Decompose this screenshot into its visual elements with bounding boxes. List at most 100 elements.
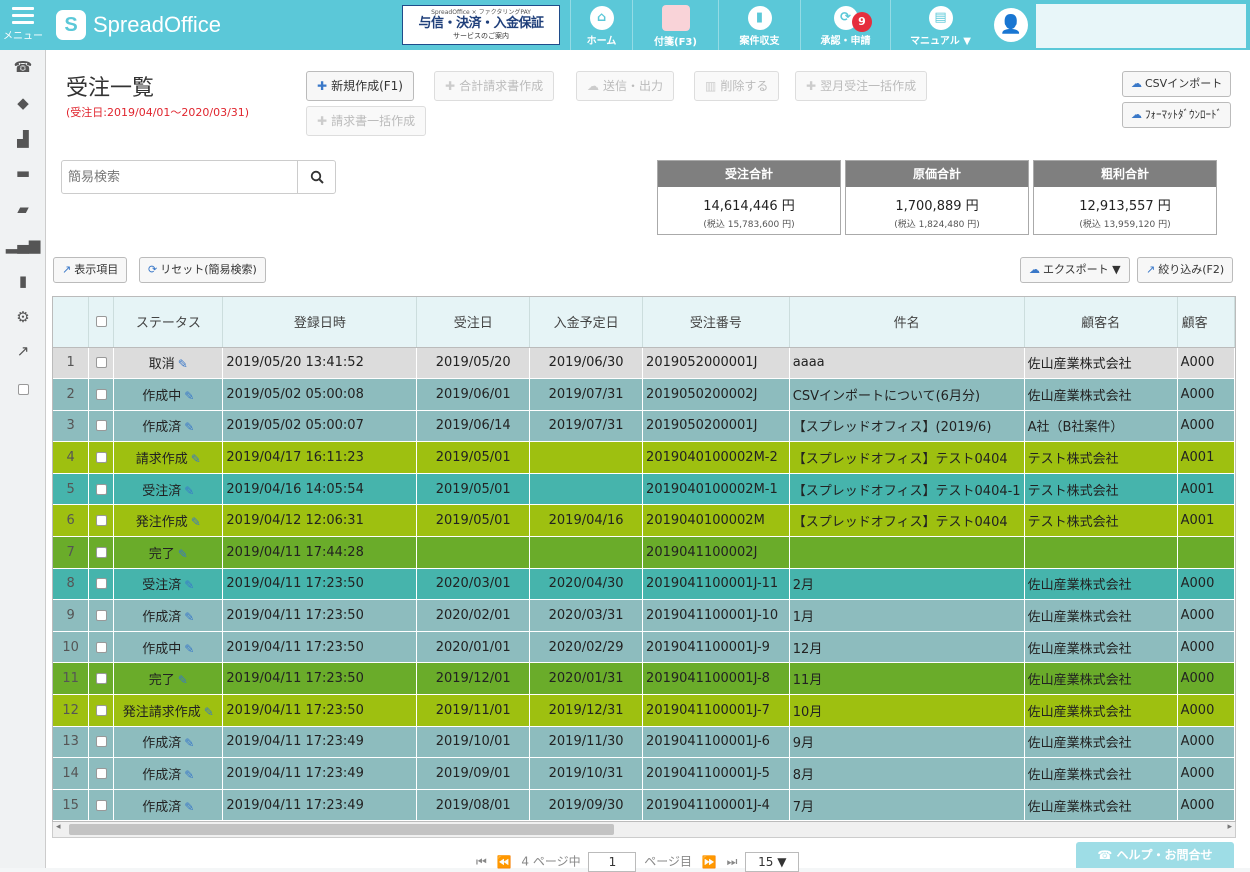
reset-button[interactable]: ⟳ リセット(簡易検索): [139, 257, 266, 283]
bulk-invoice-button[interactable]: ✚ 請求書一括作成: [306, 106, 427, 136]
row-checkbox[interactable]: [88, 631, 115, 664]
per-page-select[interactable]: 15 ▼: [745, 852, 800, 872]
tag-icon[interactable]: ◆: [0, 94, 46, 112]
table-row[interactable]: 15 作成済 ✎ 2019/04/11 17:23:49 2019/08/01 2019/…: [53, 789, 1235, 821]
row-checkbox[interactable]: [88, 347, 115, 380]
pencil-icon[interactable]: ✎: [184, 800, 194, 814]
column-header-order-date[interactable]: 受注日: [416, 297, 531, 348]
row-checkbox[interactable]: [88, 757, 115, 790]
row-checkbox[interactable]: [88, 378, 115, 411]
column-header-registered[interactable]: 登録日時: [222, 297, 418, 348]
card-icon[interactable]: ▬: [0, 164, 46, 182]
horizontal-scrollbar[interactable]: ◂ ▸: [52, 822, 1236, 838]
pencil-icon[interactable]: ✎: [184, 642, 194, 656]
select-all-checkbox[interactable]: [88, 297, 115, 348]
table-row[interactable]: 10 作成中 ✎ 2019/04/11 17:23:50 2020/01/01 2020/…: [53, 631, 1235, 664]
column-header-status[interactable]: ステータス: [113, 297, 224, 348]
folder-icon[interactable]: ▰: [0, 200, 46, 218]
checkbox-icon[interactable]: [0, 380, 46, 398]
status-cell[interactable]: 作成済 ✎: [113, 726, 224, 759]
send-output-button[interactable]: ☁ 送信・出力: [576, 71, 675, 101]
table-row[interactable]: 8 受注済 ✎ 2019/04/11 17:23:50 2020/03/01 2020/0…: [53, 568, 1235, 601]
nav-approval[interactable]: ⟳ 承認・申請: [800, 0, 890, 50]
next-month-bulk-button[interactable]: ✚ 翌月受注一括作成: [795, 71, 928, 101]
status-cell[interactable]: 取消 ✎: [113, 347, 224, 380]
table-row[interactable]: 2 作成中 ✎ 2019/05/02 05:00:08 2019/06/01 2019/0…: [53, 378, 1235, 411]
search-button[interactable]: [297, 161, 335, 193]
nav-sticky-note[interactable]: 付箋(F3): [632, 0, 718, 50]
factoring-banner[interactable]: SpreadOffice × ファクタリングPAY 与信・決済・入金保証 サービ…: [402, 5, 560, 45]
pencil-icon[interactable]: ✎: [184, 768, 194, 782]
table-row[interactable]: 5 受注済 ✎ 2019/04/16 14:05:54 2019/05/01 201904…: [53, 473, 1235, 506]
table-row[interactable]: 6 発注作成 ✎ 2019/04/12 12:06:31 2019/05/01 2019/…: [53, 504, 1235, 538]
column-header-customer[interactable]: 顧客名: [1024, 297, 1178, 348]
row-checkbox[interactable]: [88, 694, 115, 727]
row-checkbox[interactable]: [88, 441, 115, 474]
pencil-icon[interactable]: ✎: [178, 547, 188, 561]
row-checkbox[interactable]: [88, 662, 115, 696]
external-link-icon[interactable]: ↗: [0, 342, 46, 360]
status-cell[interactable]: 発注請求作成 ✎: [113, 694, 224, 727]
pencil-icon[interactable]: ✎: [184, 578, 194, 592]
status-cell[interactable]: 完了 ✎: [113, 662, 224, 696]
status-cell[interactable]: 作成済 ✎: [113, 410, 224, 443]
status-cell[interactable]: 作成中 ✎: [113, 378, 224, 411]
first-page-icon[interactable]: ⏮: [476, 855, 487, 869]
nav-project-balance[interactable]: ▮ 案件収支: [718, 0, 800, 50]
row-checkbox[interactable]: [88, 410, 115, 443]
pencil-icon[interactable]: ✎: [184, 610, 194, 624]
column-header-customer-code[interactable]: 顧客: [1177, 297, 1235, 348]
pencil-icon[interactable]: ✎: [178, 357, 188, 371]
scrollbar-thumb[interactable]: [69, 824, 614, 835]
table-row[interactable]: 12 発注請求作成 ✎ 2019/04/11 17:23:50 2019/11/01 20…: [53, 694, 1235, 727]
status-cell[interactable]: 作成中 ✎: [113, 631, 224, 664]
column-header-subject[interactable]: 件名: [789, 297, 1025, 348]
pencil-icon[interactable]: ✎: [191, 515, 201, 529]
next-page-icon[interactable]: ⏩: [702, 855, 717, 869]
status-cell[interactable]: 作成済 ✎: [113, 757, 224, 790]
signal-icon[interactable]: ▂▄▆: [0, 236, 46, 254]
status-cell[interactable]: 受注済 ✎: [113, 473, 224, 506]
column-header-order-no[interactable]: 受注番号: [642, 297, 790, 348]
table-row[interactable]: 4 請求作成 ✎ 2019/04/17 16:11:23 2019/05/01 20190…: [53, 441, 1235, 474]
nav-home[interactable]: ⌂ ホーム: [570, 0, 632, 50]
row-checkbox[interactable]: [88, 599, 115, 632]
gear-icon[interactable]: ⚙: [0, 308, 46, 326]
table-row[interactable]: 11 完了 ✎ 2019/04/11 17:23:50 2019/12/01 2020/0…: [53, 662, 1235, 696]
row-checkbox[interactable]: [88, 504, 115, 538]
delete-button[interactable]: ▥ 削除する: [694, 71, 780, 101]
status-cell[interactable]: 作成済 ✎: [113, 599, 224, 632]
table-row[interactable]: 14 作成済 ✎ 2019/04/11 17:23:49 2019/09/01 2019/…: [53, 757, 1235, 790]
pencil-icon[interactable]: ✎: [204, 705, 214, 719]
total-invoice-button[interactable]: ✚ 合計請求書作成: [434, 71, 555, 101]
file-icon[interactable]: ▮: [0, 272, 46, 290]
table-row[interactable]: 9 作成済 ✎ 2019/04/11 17:23:50 2020/02/01 2020/0…: [53, 599, 1235, 632]
status-cell[interactable]: 発注作成 ✎: [113, 504, 224, 538]
chart-icon[interactable]: ▟: [0, 130, 46, 148]
pencil-icon[interactable]: ✎: [191, 452, 201, 466]
search-input[interactable]: [62, 161, 298, 193]
logo[interactable]: S SpreadOffice: [56, 8, 221, 42]
menu-button[interactable]: メニュー: [0, 0, 46, 50]
pencil-icon[interactable]: ✎: [184, 484, 194, 498]
row-checkbox[interactable]: [88, 789, 115, 821]
page-number-input[interactable]: 1: [588, 852, 637, 872]
pencil-icon[interactable]: ✎: [184, 389, 194, 403]
nav-manual[interactable]: ▤ マニュアル ▼: [890, 0, 990, 50]
help-contact-button[interactable]: ☎ ヘルプ・お問合せ: [1076, 842, 1234, 868]
scroll-left-icon[interactable]: ◂: [56, 822, 61, 832]
status-cell[interactable]: 作成済 ✎: [113, 789, 224, 821]
pencil-icon[interactable]: ✎: [184, 420, 194, 434]
row-checkbox[interactable]: [88, 568, 115, 601]
avatar[interactable]: 👤: [994, 8, 1028, 42]
table-row[interactable]: 3 作成済 ✎ 2019/05/02 05:00:07 2019/06/14 2019/0…: [53, 410, 1235, 443]
new-button[interactable]: ✚ 新規作成(F1): [306, 71, 414, 101]
row-checkbox[interactable]: [88, 473, 115, 506]
pencil-icon[interactable]: ✎: [178, 673, 188, 687]
status-cell[interactable]: 完了 ✎: [113, 536, 224, 569]
display-items-button[interactable]: ↗ 表示項目: [53, 257, 128, 283]
scroll-right-icon[interactable]: ▸: [1227, 822, 1232, 832]
row-checkbox[interactable]: [88, 536, 115, 569]
column-header-payment-date[interactable]: 入金予定日: [529, 297, 644, 348]
csv-import-button[interactable]: ☁ CSVインポート: [1122, 71, 1232, 97]
